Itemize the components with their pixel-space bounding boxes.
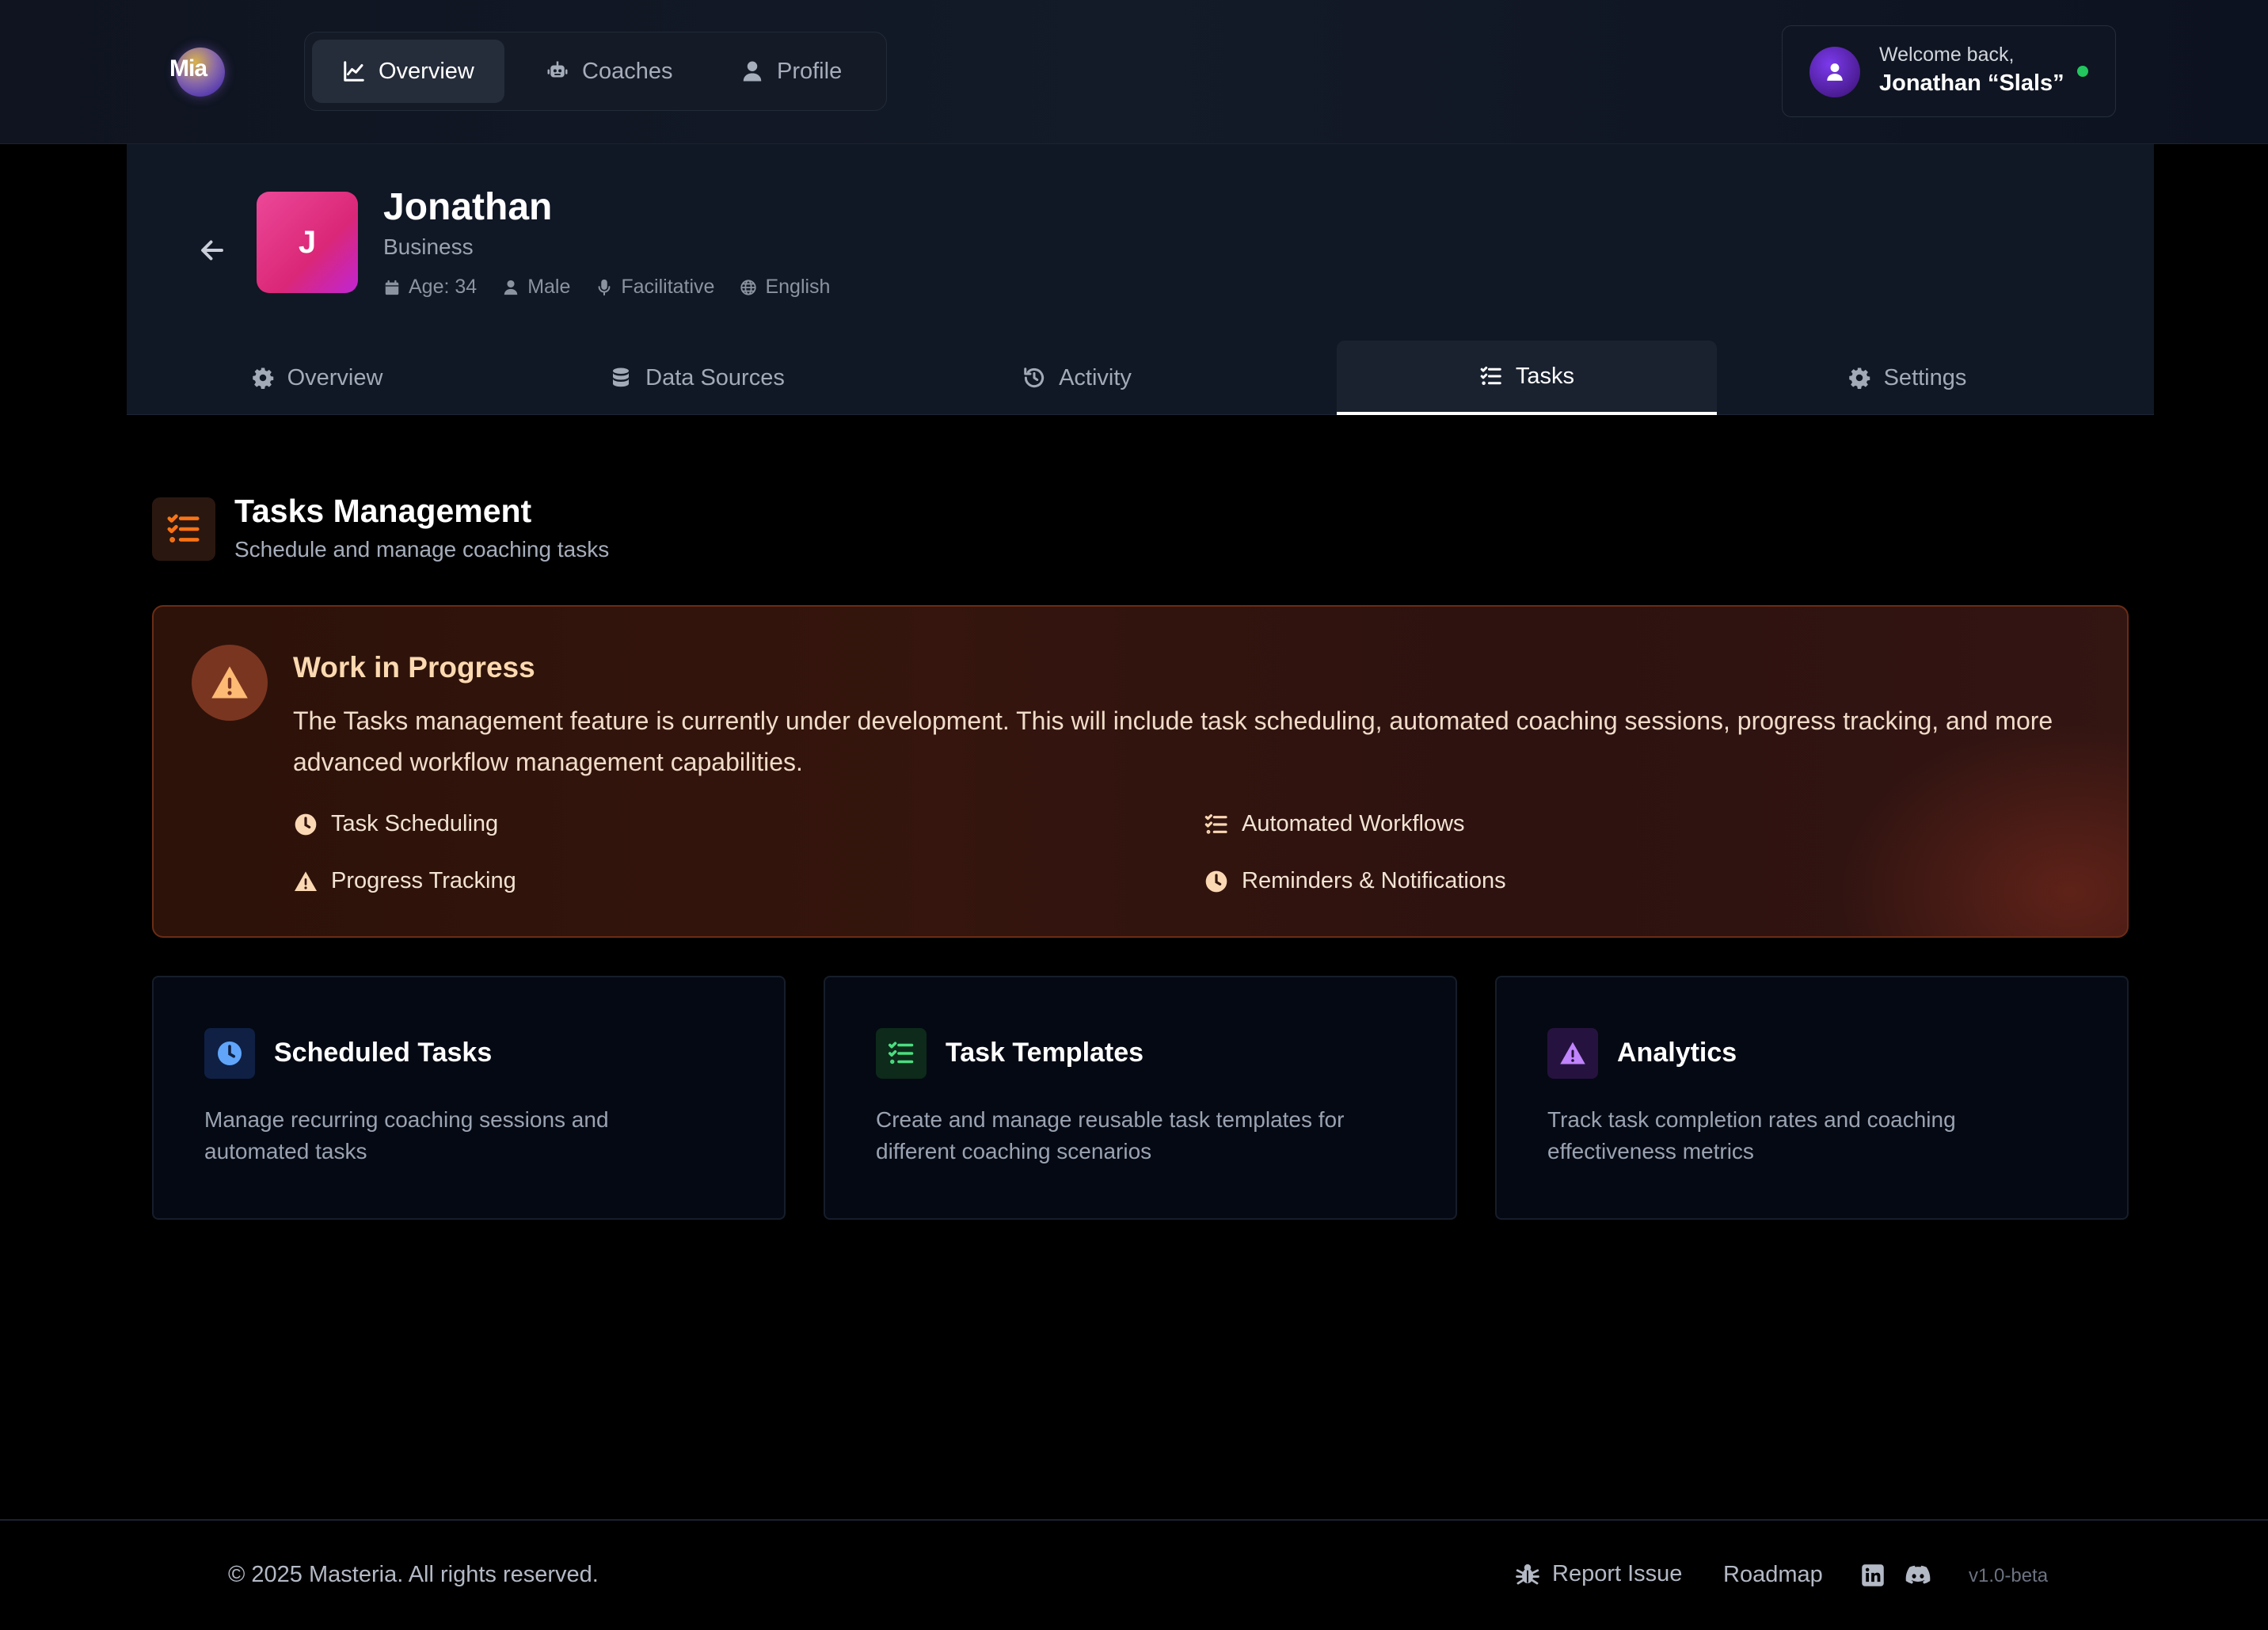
task-list-icon <box>1204 813 1227 834</box>
wip-description: The Tasks management feature is currentl… <box>293 706 2053 776</box>
meta-language-label: English <box>765 276 831 298</box>
card-task-templates[interactable]: Task Templates Create and manage reusabl… <box>824 976 1457 1220</box>
user-avatar <box>1809 47 1860 97</box>
online-status-indicator <box>2077 66 2088 77</box>
tab-activity-label: Activity <box>1059 364 1132 390</box>
task-list-icon <box>888 1042 914 1064</box>
card-description: Create and manage reusable task template… <box>876 1107 1345 1163</box>
report-issue-label: Report Issue <box>1552 1560 1683 1586</box>
task-list-icon <box>167 514 200 543</box>
tab-settings-label: Settings <box>1883 364 1967 390</box>
report-issue-link[interactable]: Report Issue <box>1514 1560 1682 1587</box>
tab-tasks[interactable]: Tasks <box>1337 341 1717 415</box>
feature-reminders-notifications: Reminders & Notifications <box>1204 868 1506 894</box>
nav-profile[interactable]: Profile <box>710 40 872 103</box>
card-scheduled-tasks[interactable]: Scheduled Tasks Manage recurring coachin… <box>152 976 786 1220</box>
nav-profile-label: Profile <box>777 58 843 84</box>
meta-style-label: Facilitative <box>621 276 715 298</box>
gear-icon <box>1848 368 1870 389</box>
profile-header: J Jonathan Business Age: 34 Male Facilit… <box>127 144 2154 415</box>
footer: © 2025 Masteria. All rights reserved. Re… <box>0 1519 2268 1630</box>
meta-language: English <box>740 276 830 299</box>
tab-activity[interactable]: Activity <box>887 341 1267 415</box>
tab-tasks-label: Tasks <box>1515 363 1575 389</box>
wip-warning-badge <box>192 645 268 721</box>
copyright: © 2025 Masteria. All rights reserved. <box>228 1562 599 1587</box>
card-analytics[interactable]: Analytics Track task completion rates an… <box>1495 976 2129 1220</box>
meta-style: Facilitative <box>596 276 714 299</box>
discord-icon[interactable] <box>1905 1563 1931 1587</box>
card-icon-badge <box>204 1028 255 1079</box>
microphone-icon <box>598 279 611 295</box>
warning-icon <box>1560 1042 1585 1064</box>
warning-icon <box>295 870 317 891</box>
nav-coaches[interactable]: Coaches <box>516 40 702 103</box>
tab-overview[interactable]: Overview <box>127 341 507 415</box>
tab-overview-label: Overview <box>287 364 383 390</box>
card-title: Scheduled Tasks <box>274 1038 493 1068</box>
page-title: Tasks Management <box>234 493 532 529</box>
meta-age: Age: 34 <box>383 276 477 299</box>
card-description: Track task completion rates and coaching… <box>1547 1107 1956 1163</box>
bug-icon <box>1516 1563 1539 1585</box>
nav-coaches-label: Coaches <box>582 58 673 84</box>
meta-age-label: Age: 34 <box>409 276 478 298</box>
robot-icon <box>547 61 568 78</box>
roadmap-link[interactable]: Roadmap <box>1723 1562 1823 1588</box>
page-subtitle: Schedule and manage coaching tasks <box>234 537 610 562</box>
profile-name: Jonathan <box>383 186 553 228</box>
nav-overview[interactable]: Overview <box>312 40 504 103</box>
tab-data-sources[interactable]: Data Sources <box>507 341 887 415</box>
meta-gender-label: Male <box>527 276 571 298</box>
feature-label: Automated Workflows <box>1242 811 1465 836</box>
user-name: Jonathan “Slals” <box>1879 70 2064 96</box>
card-icon-badge <box>1547 1028 1598 1079</box>
tasks-section-icon <box>152 497 215 561</box>
user-icon <box>504 280 518 295</box>
feature-task-scheduling: Task Scheduling <box>293 811 498 837</box>
task-list-icon <box>1480 366 1501 385</box>
card-title: Task Templates <box>946 1038 1144 1068</box>
feature-progress-tracking: Progress Tracking <box>293 868 516 894</box>
chart-line-icon <box>344 61 364 82</box>
profile-meta: Age: 34 Male Facilitative English <box>383 276 830 299</box>
version-label: v1.0-beta <box>1969 1565 2049 1586</box>
linkedin-icon[interactable] <box>1861 1563 1885 1587</box>
profile-role: Business <box>383 234 474 259</box>
app-logo[interactable]: Mia <box>168 48 225 98</box>
user-icon <box>1827 63 1843 81</box>
user-menu[interactable]: Welcome back, Jonathan “Slals” <box>1782 25 2116 117</box>
meta-gender: Male <box>502 276 570 299</box>
feature-label: Reminders & Notifications <box>1242 868 1506 893</box>
card-title: Analytics <box>1617 1038 1737 1068</box>
warning-icon <box>211 666 248 699</box>
card-description: Manage recurring coaching sessions and a… <box>204 1107 609 1163</box>
feature-label: Task Scheduling <box>331 811 499 836</box>
feature-automated-workflows: Automated Workflows <box>1204 811 1465 837</box>
profile-tabs: Overview Data Sources Activity Tasks Set… <box>127 341 2154 415</box>
database-icon <box>613 368 630 387</box>
clock-icon <box>218 1042 242 1065</box>
tab-settings[interactable]: Settings <box>1717 341 2097 415</box>
back-button[interactable] <box>187 225 238 276</box>
feature-label: Progress Tracking <box>331 868 516 893</box>
welcome-greeting: Welcome back, <box>1879 44 2015 66</box>
history-icon <box>1024 368 1045 388</box>
profile-avatar: J <box>257 192 358 293</box>
work-in-progress-banner: Work in Progress The Tasks management fe… <box>152 605 2129 938</box>
gear-icon <box>252 368 273 389</box>
wip-title: Work in Progress <box>293 651 535 684</box>
arrow-left-icon <box>201 240 223 261</box>
tab-data-sources-label: Data Sources <box>645 364 785 390</box>
card-icon-badge <box>876 1028 927 1079</box>
calendar-icon <box>385 280 399 295</box>
nav-overview-label: Overview <box>379 58 474 84</box>
main-nav: Overview Coaches Profile <box>304 32 887 111</box>
clock-icon <box>1205 870 1227 892</box>
logo-text: Mia <box>169 55 207 82</box>
user-icon <box>743 61 762 82</box>
clock-icon <box>295 813 317 835</box>
top-navigation-bar: Mia Overview Coaches Profile Welcome bac… <box>0 0 2268 144</box>
globe-icon <box>740 279 757 295</box>
